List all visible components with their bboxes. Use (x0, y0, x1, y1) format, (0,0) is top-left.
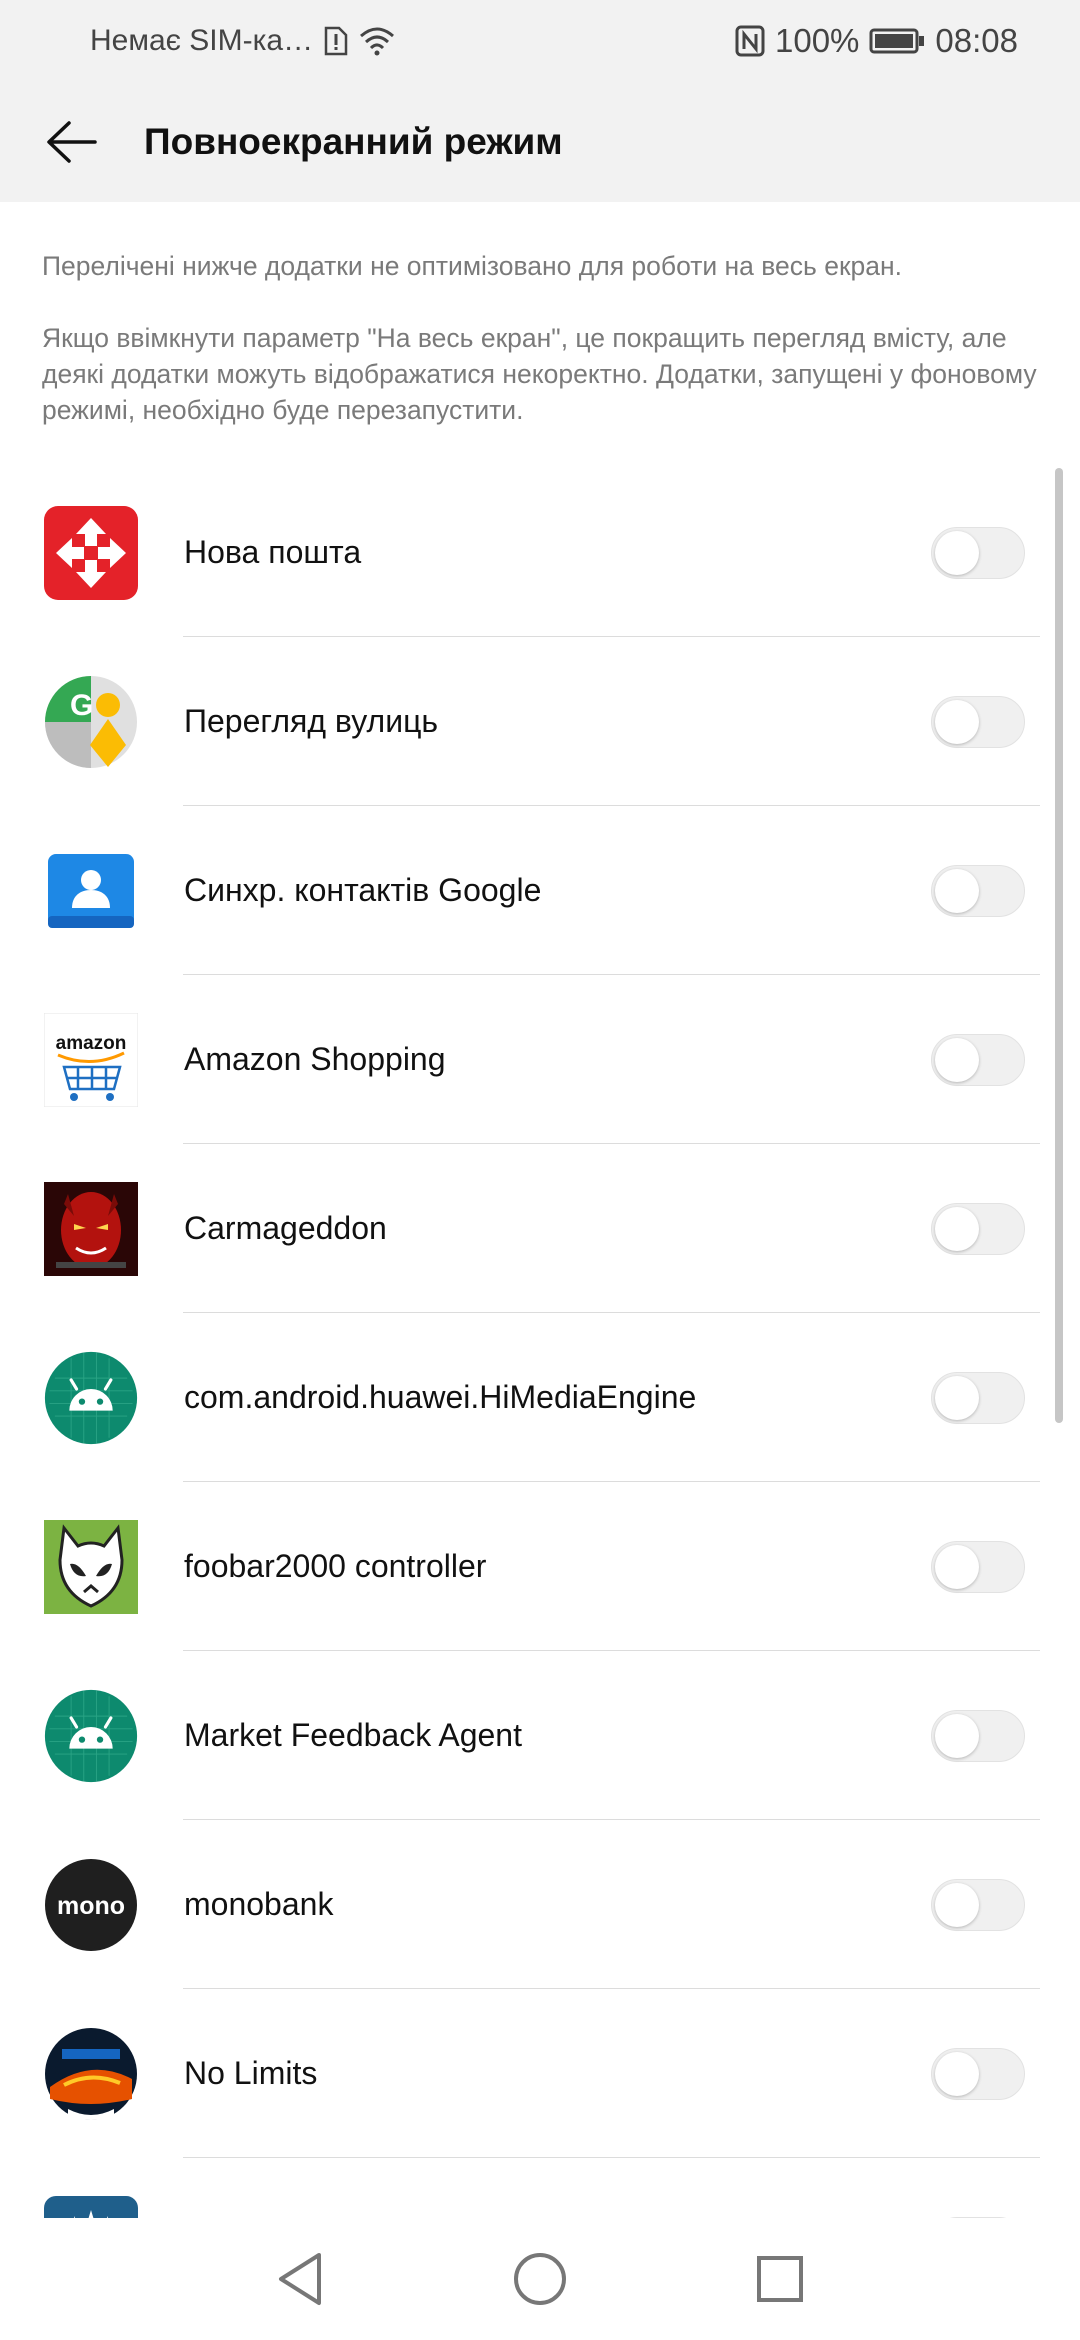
no-limits-icon (44, 2027, 138, 2121)
navigation-bar (0, 2218, 1080, 2340)
list-item[interactable]: Market Feedback Agent (0, 1651, 1080, 1820)
app-name: monobank (184, 1886, 334, 1922)
street-view-icon: G (44, 675, 138, 769)
list-item[interactable]: mono monobank (0, 1820, 1080, 1989)
battery-icon (869, 28, 925, 54)
fullscreen-toggle[interactable] (931, 1878, 1025, 1931)
circle-home-icon (514, 2253, 566, 2305)
back-arrow-icon (47, 121, 97, 163)
square-recents-icon (757, 2256, 803, 2302)
back-button[interactable] (26, 97, 116, 187)
app-list: Нова пошта G Перегляд вулиць Синхр. конт… (0, 468, 1080, 2218)
android-icon (44, 1689, 138, 1783)
app-name: Нова пошта (184, 534, 362, 570)
fullscreen-toggle[interactable] (931, 695, 1025, 748)
battery-percent: 100% (775, 22, 860, 59)
app-name: Перегляд вулиць (184, 703, 439, 739)
nova-poshta-icon (44, 505, 138, 600)
fullscreen-toggle[interactable] (931, 1033, 1025, 1086)
list-item[interactable]: G Перегляд вулиць (0, 637, 1080, 806)
nav-home-button[interactable] (505, 2244, 575, 2314)
list-item[interactable] (0, 2158, 1080, 2218)
fullscreen-toggle[interactable] (931, 1202, 1025, 1255)
description-line-1: Перелічені нижче додатки не оптимізовано… (42, 251, 903, 281)
wifi-icon (360, 27, 395, 56)
fullscreen-toggle[interactable] (931, 864, 1025, 917)
page-title: Повноекранний режим (144, 121, 563, 162)
app-name: No Limits (184, 2055, 318, 2091)
triangle-back-icon (279, 2253, 321, 2305)
scrollbar[interactable] (1055, 468, 1063, 1423)
google-contacts-sync-icon (44, 844, 138, 938)
fullscreen-toggle[interactable] (931, 1709, 1025, 1762)
svg-text:mono: mono (57, 1892, 125, 1920)
no-sim-alert-icon (324, 26, 348, 56)
carrier-label: Немає SIM-ка… (90, 24, 314, 57)
list-item[interactable]: Нова пошта (0, 468, 1080, 637)
fullscreen-toggle[interactable] (931, 526, 1025, 579)
app-name: Market Feedback Agent (184, 1717, 522, 1753)
list-item[interactable]: Синхр. контактів Google (0, 806, 1080, 975)
carmageddon-icon (44, 1181, 138, 1276)
app-name: Carmageddon (184, 1210, 387, 1246)
app-name: com.android.huawei.HiMediaEngine (184, 1379, 697, 1415)
list-item[interactable]: No Limits (0, 1989, 1080, 2158)
nav-back-button[interactable] (265, 2244, 335, 2314)
foobar-alien-icon (44, 1519, 138, 1614)
fullscreen-toggle[interactable] (931, 2047, 1025, 2100)
description-line-2: Якщо ввімкнути параметр "На весь екран",… (42, 323, 1037, 425)
nav-recents-button[interactable] (745, 2244, 815, 2314)
nfc-icon (735, 25, 765, 57)
status-bar: Немає SIM-ка… 100% 08:08 (0, 0, 1080, 82)
clock: 08:08 (935, 22, 1018, 59)
app-name: Amazon Shopping (184, 1041, 446, 1077)
list-item[interactable]: amazon Amazon Shopping (0, 975, 1080, 1144)
app-name: Синхр. контактів Google (184, 872, 542, 908)
fullscreen-toggle[interactable] (931, 1540, 1025, 1593)
fullscreen-toggle[interactable] (931, 1371, 1025, 1424)
list-item[interactable]: com.android.huawei.HiMediaEngine (0, 1313, 1080, 1482)
list-item[interactable]: Carmageddon (0, 1144, 1080, 1313)
list-item[interactable]: foobar2000 controller (0, 1482, 1080, 1651)
svg-text:G: G (70, 689, 93, 722)
description: Перелічені нижче додатки не оптимізовано… (42, 248, 1042, 428)
monobank-icon: mono (44, 1858, 138, 1952)
amazon-icon: amazon (44, 1012, 138, 1107)
app-bar: Повноекранний режим (0, 82, 1080, 202)
android-icon (44, 1351, 138, 1445)
app-icon (44, 2195, 138, 2218)
svg-text:amazon: amazon (56, 1033, 127, 1054)
app-name: foobar2000 controller (184, 1548, 487, 1584)
